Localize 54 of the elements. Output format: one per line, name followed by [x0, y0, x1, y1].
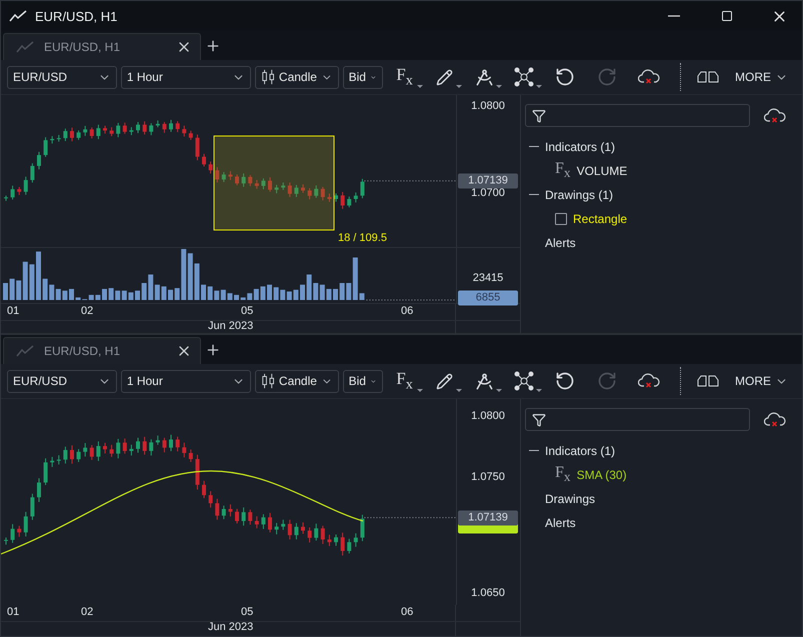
last-price-tag: 1.07139 [458, 173, 518, 188]
chart-type-select[interactable]: Candle [254, 370, 339, 392]
chart-tab[interactable]: EUR/USD, H1 [3, 33, 201, 60]
timeframe-select[interactable]: 1 Hour [120, 370, 251, 392]
tab-label: EUR/USD, H1 [44, 40, 122, 54]
price-tick-label: 1.0800 [470, 410, 506, 422]
tree-group[interactable]: Alerts [525, 232, 798, 253]
last-price-tag: 1.07139 [458, 510, 518, 526]
tree-item[interactable]: SMA (30) [576, 468, 627, 482]
price-tick-label: 1.0800 [470, 100, 506, 112]
group-label: Indicators (1) [545, 444, 616, 458]
tree-item[interactable]: VOLUME [576, 164, 628, 178]
symbol-select[interactable]: EUR/USD [7, 66, 117, 88]
tree-group[interactable]: Drawings [525, 488, 798, 509]
price-tick-label: 1.0650 [470, 587, 506, 599]
date-tick-label: 01 [7, 606, 20, 618]
indicators-button[interactable]: F$_{x}$ [386, 367, 422, 395]
date-tick-label: 02 [81, 305, 94, 317]
month-label: Jun 2023 [208, 621, 254, 633]
date-tick-label: 02 [81, 606, 94, 618]
symbol-select[interactable]: EUR/USD [7, 370, 117, 392]
last-volume-tag: 6855 [458, 290, 518, 306]
group-label: Alerts [545, 516, 576, 530]
date-tick-label: 06 [401, 606, 414, 618]
price-side-select[interactable]: Bid [342, 370, 383, 392]
more-button[interactable]: MORE [727, 374, 796, 388]
tree-group[interactable]: Indicators (1) [525, 440, 798, 461]
volume-tick-label: 23415 [472, 272, 504, 284]
price-side-select[interactable]: Bid [342, 66, 383, 88]
tree-group[interactable]: Alerts [525, 512, 798, 533]
group-label: Drawings (1) [545, 188, 614, 202]
price-tick-label: 1.0700 [470, 187, 506, 199]
indicators-button[interactable]: F$_{x}$ [386, 63, 422, 91]
date-tick-label: 01 [7, 305, 20, 317]
tree-group[interactable]: Drawings (1) [525, 184, 798, 205]
price-tick-label: 1.0750 [470, 471, 506, 483]
function-glyph: F$_{x}$ [555, 464, 571, 486]
date-tick-label: 06 [401, 305, 414, 317]
group-label: Indicators (1) [545, 140, 616, 154]
group-label: Alerts [545, 236, 576, 250]
tree-item[interactable]: Rectangle [573, 212, 628, 226]
timeframe-select[interactable]: 1 Hour [120, 66, 251, 88]
chart-type-select[interactable]: Candle [254, 66, 339, 88]
date-tick-label: 05 [241, 606, 254, 618]
chart-tab[interactable]: EUR/USD, H1 [3, 337, 201, 364]
window-title: EUR/USD, H1 [35, 8, 118, 24]
tree-group[interactable]: Indicators (1) [525, 136, 798, 157]
tab-label: EUR/USD, H1 [44, 344, 122, 358]
rectangle-measure-label: 18 / 109.5 [338, 232, 387, 244]
function-glyph: F$_{x}$ [555, 160, 571, 182]
more-button[interactable]: MORE [727, 70, 796, 84]
group-label: Drawings [545, 492, 596, 506]
month-label: Jun 2023 [208, 320, 254, 332]
date-tick-label: 05 [241, 305, 254, 317]
